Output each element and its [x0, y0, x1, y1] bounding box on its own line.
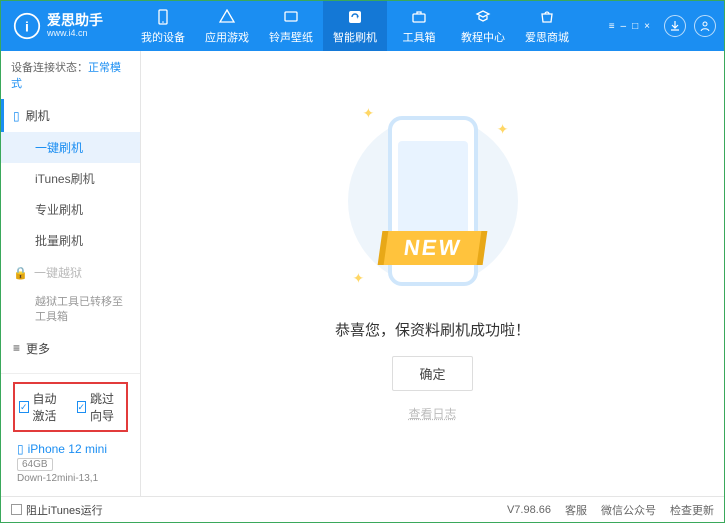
titlebar: i 爱思助手 www.i4.cn 我的设备 应用游戏 铃声壁纸 智能刷机 工具箱 — [1, 1, 724, 51]
sidebar-item-batch-flash[interactable]: 批量刷机 — [1, 225, 140, 256]
sidebar-item-onekey-flash[interactable]: 一键刷机 — [1, 132, 140, 163]
top-nav: 我的设备 应用游戏 铃声壁纸 智能刷机 工具箱 教程中心 爱思商城 — [131, 1, 609, 51]
window-controls: ≡ – □ × — [609, 15, 724, 37]
highlight-box: ✓自动激活 ✓跳过向导 — [13, 382, 128, 432]
phone-icon: ▯ — [17, 442, 24, 456]
nav-label: 教程中心 — [461, 29, 505, 45]
check-update-link[interactable]: 检查更新 — [670, 502, 714, 518]
checkbox-auto-activate[interactable]: ✓自动激活 — [19, 390, 65, 424]
nav-apps[interactable]: 应用游戏 — [195, 1, 259, 51]
sidebar-head-label: 刷机 — [26, 107, 50, 124]
nav-store[interactable]: 爱思商城 — [515, 1, 579, 51]
status-bar: 阻止iTunes运行 V7.98.66 客服 微信公众号 检查更新 — [1, 496, 724, 522]
status-label: 设备连接状态： — [11, 62, 88, 74]
sidebar-item-pro-flash[interactable]: 专业刷机 — [1, 194, 140, 225]
wechat-link[interactable]: 微信公众号 — [601, 502, 656, 518]
nav-ringtone[interactable]: 铃声壁纸 — [259, 1, 323, 51]
sidebar-item-itunes-flash[interactable]: iTunes刷机 — [1, 163, 140, 194]
phone-icon — [154, 8, 172, 26]
list-icon: ≡ — [13, 341, 20, 355]
app-subtitle: www.i4.cn — [47, 29, 103, 39]
device-download: Down-12mini-13,1 — [17, 473, 124, 484]
nav-label: 智能刷机 — [333, 29, 377, 45]
nav-label: 应用游戏 — [205, 29, 249, 45]
nav-tutorial[interactable]: 教程中心 — [451, 1, 515, 51]
checkbox-block-itunes[interactable]: 阻止iTunes运行 — [11, 502, 103, 518]
new-ribbon: NEW — [383, 231, 481, 265]
download-button[interactable] — [664, 15, 686, 37]
ok-button[interactable]: 确定 — [392, 356, 472, 391]
checkbox-label: 跳过向导 — [90, 390, 122, 424]
lock-icon: 🔒 — [13, 266, 28, 280]
sidebar-item-other-tools[interactable]: 其他工具 — [1, 365, 140, 373]
nav-label: 爱思商城 — [525, 29, 569, 45]
sidebar-head-more[interactable]: ≡ 更多 — [1, 332, 140, 365]
nav-toolbox[interactable]: 工具箱 — [387, 1, 451, 51]
toolbox-icon — [410, 8, 428, 26]
content-area: ✦ ✦ ✦ NEW 恭喜您，保资料刷机成功啦！ 确定 查看日志 — [141, 51, 724, 496]
logo-icon: i — [13, 12, 41, 40]
version-text: V7.98.66 — [507, 504, 551, 516]
minimize-icon[interactable]: – — [621, 21, 627, 32]
nav-label: 我的设备 — [141, 29, 185, 45]
success-message: 恭喜您，保资料刷机成功啦！ — [335, 319, 530, 340]
user-button[interactable] — [694, 15, 716, 37]
success-illustration: ✦ ✦ ✦ NEW — [343, 101, 523, 301]
tutorial-icon — [474, 8, 492, 26]
jailbreak-note: 越狱工具已转移至工具箱 — [1, 289, 140, 332]
phone-icon: ▯ — [13, 109, 20, 123]
sidebar-head-label: 一键越狱 — [34, 264, 82, 281]
app-title: 爱思助手 — [47, 13, 103, 28]
app-logo: i 爱思助手 www.i4.cn — [1, 12, 131, 40]
maximize-icon[interactable]: □ — [632, 21, 638, 32]
checkbox-skip-setup[interactable]: ✓跳过向导 — [77, 390, 123, 424]
device-block[interactable]: ▯ iPhone 12 mini 64GB Down-12mini-13,1 — [9, 438, 132, 490]
nav-flash[interactable]: 智能刷机 — [323, 1, 387, 51]
menu-icon[interactable]: ≡ — [609, 21, 615, 32]
sidebar-head-jailbreak: 🔒 一键越狱 — [1, 256, 140, 289]
svg-text:i: i — [25, 18, 29, 34]
flash-icon — [346, 8, 364, 26]
device-capacity: 64GB — [17, 458, 53, 471]
nav-label: 铃声壁纸 — [269, 29, 313, 45]
sidebar-head-label: 更多 — [26, 340, 50, 357]
apps-icon — [218, 8, 236, 26]
view-log-link[interactable]: 查看日志 — [408, 405, 456, 422]
close-icon[interactable]: × — [644, 21, 650, 32]
checkbox-label: 阻止iTunes运行 — [26, 502, 103, 518]
nav-label: 工具箱 — [403, 29, 436, 45]
connection-status: 设备连接状态：正常模式 — [1, 51, 140, 99]
checkbox-label: 自动激活 — [33, 390, 65, 424]
sidebar: 设备连接状态：正常模式 ▯ 刷机 一键刷机 iTunes刷机 专业刷机 批量刷机… — [1, 51, 141, 496]
nav-my-device[interactable]: 我的设备 — [131, 1, 195, 51]
store-icon — [538, 8, 556, 26]
ringtone-icon — [282, 8, 300, 26]
sidebar-head-flash[interactable]: ▯ 刷机 — [1, 99, 140, 132]
support-link[interactable]: 客服 — [565, 502, 587, 518]
device-name: iPhone 12 mini — [28, 442, 107, 456]
